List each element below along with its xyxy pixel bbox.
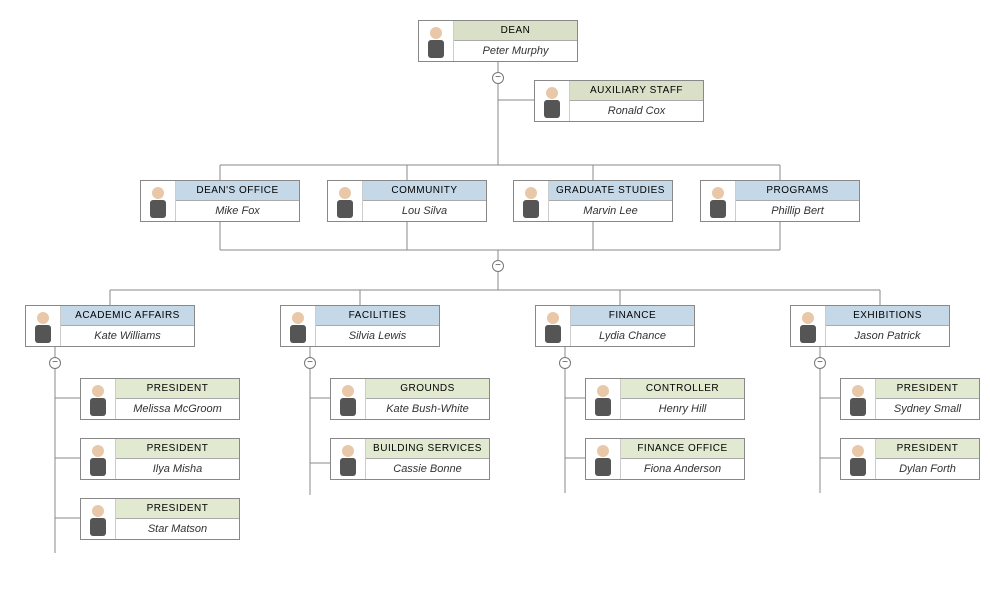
node-title: PRESIDENT	[116, 499, 239, 519]
node-name: Kate Williams	[61, 326, 194, 346]
avatar	[419, 21, 454, 61]
node-name: Lydia Chance	[571, 326, 694, 346]
node-graduate-studies[interactable]: GRADUATE STUDIES Marvin Lee	[513, 180, 673, 222]
node-title: PRESIDENT	[876, 439, 979, 459]
avatar	[328, 181, 363, 221]
node-title: COMMUNITY	[363, 181, 486, 201]
node-auxiliary-staff[interactable]: AUXILIARY STAFF Ronald Cox	[534, 80, 704, 122]
avatar	[81, 499, 116, 539]
avatar	[586, 439, 621, 479]
node-title: FACILITIES	[316, 306, 439, 326]
node-name: Ilya Misha	[116, 459, 239, 479]
node-title: EXHIBITIONS	[826, 306, 949, 326]
avatar	[331, 439, 366, 479]
node-building-services[interactable]: BUILDING SERVICES Cassie Bonne	[330, 438, 490, 480]
node-title: PRESIDENT	[116, 439, 239, 459]
avatar	[841, 439, 876, 479]
node-finance-office[interactable]: FINANCE OFFICE Fiona Anderson	[585, 438, 745, 480]
toggle-facilities[interactable]: −	[304, 357, 316, 369]
node-title: GROUNDS	[366, 379, 489, 399]
node-name: Phillip Bert	[736, 201, 859, 221]
node-name: Cassie Bonne	[366, 459, 489, 479]
avatar	[281, 306, 316, 346]
avatar	[536, 306, 571, 346]
node-president-5[interactable]: PRESIDENT Dylan Forth	[840, 438, 980, 480]
avatar	[514, 181, 549, 221]
toggle-academic[interactable]: −	[49, 357, 61, 369]
node-name: Henry Hill	[621, 399, 744, 419]
node-name: Jason Patrick	[826, 326, 949, 346]
node-title: PRESIDENT	[876, 379, 979, 399]
avatar	[841, 379, 876, 419]
node-name: Lou Silva	[363, 201, 486, 221]
node-name: Peter Murphy	[454, 41, 577, 61]
avatar	[81, 439, 116, 479]
avatar	[141, 181, 176, 221]
node-title: BUILDING SERVICES	[366, 439, 489, 459]
node-programs[interactable]: PROGRAMS Phillip Bert	[700, 180, 860, 222]
avatar	[791, 306, 826, 346]
node-name: Melissa McGroom	[116, 399, 239, 419]
node-name: Dylan Forth	[876, 459, 979, 479]
toggle-dean[interactable]: −	[492, 72, 504, 84]
node-president-2[interactable]: PRESIDENT Ilya Misha	[80, 438, 240, 480]
node-president-4[interactable]: PRESIDENT Sydney Small	[840, 378, 980, 420]
node-name: Fiona Anderson	[621, 459, 744, 479]
avatar	[535, 81, 570, 121]
node-title: PROGRAMS	[736, 181, 859, 201]
node-name: Star Matson	[116, 519, 239, 539]
node-grounds[interactable]: GROUNDS Kate Bush-White	[330, 378, 490, 420]
avatar	[586, 379, 621, 419]
node-academic-affairs[interactable]: ACADEMIC AFFAIRS Kate Williams	[25, 305, 195, 347]
node-title: DEAN'S OFFICE	[176, 181, 299, 201]
toggle-finance[interactable]: −	[559, 357, 571, 369]
node-controller[interactable]: CONTROLLER Henry Hill	[585, 378, 745, 420]
avatar	[26, 306, 61, 346]
node-name: Silvia Lewis	[316, 326, 439, 346]
node-name: Sydney Small	[876, 399, 979, 419]
node-title: AUXILIARY STAFF	[570, 81, 703, 101]
node-title: PRESIDENT	[116, 379, 239, 399]
node-title: CONTROLLER	[621, 379, 744, 399]
node-community[interactable]: COMMUNITY Lou Silva	[327, 180, 487, 222]
node-finance[interactable]: FINANCE Lydia Chance	[535, 305, 695, 347]
avatar	[331, 379, 366, 419]
node-deans-office[interactable]: DEAN'S OFFICE Mike Fox	[140, 180, 300, 222]
node-name: Marvin Lee	[549, 201, 672, 221]
node-title: ACADEMIC AFFAIRS	[61, 306, 194, 326]
node-facilities[interactable]: FACILITIES Silvia Lewis	[280, 305, 440, 347]
toggle-row3[interactable]: −	[492, 260, 504, 272]
node-name: Mike Fox	[176, 201, 299, 221]
node-name: Kate Bush-White	[366, 399, 489, 419]
node-dean[interactable]: DEAN Peter Murphy	[418, 20, 578, 62]
avatar	[81, 379, 116, 419]
node-exhibitions[interactable]: EXHIBITIONS Jason Patrick	[790, 305, 950, 347]
node-title: DEAN	[454, 21, 577, 41]
avatar	[701, 181, 736, 221]
node-president-3[interactable]: PRESIDENT Star Matson	[80, 498, 240, 540]
node-title: GRADUATE STUDIES	[549, 181, 672, 201]
node-title: FINANCE OFFICE	[621, 439, 744, 459]
node-title: FINANCE	[571, 306, 694, 326]
toggle-exhibitions[interactable]: −	[814, 357, 826, 369]
node-president-1[interactable]: PRESIDENT Melissa McGroom	[80, 378, 240, 420]
node-name: Ronald Cox	[570, 101, 703, 121]
